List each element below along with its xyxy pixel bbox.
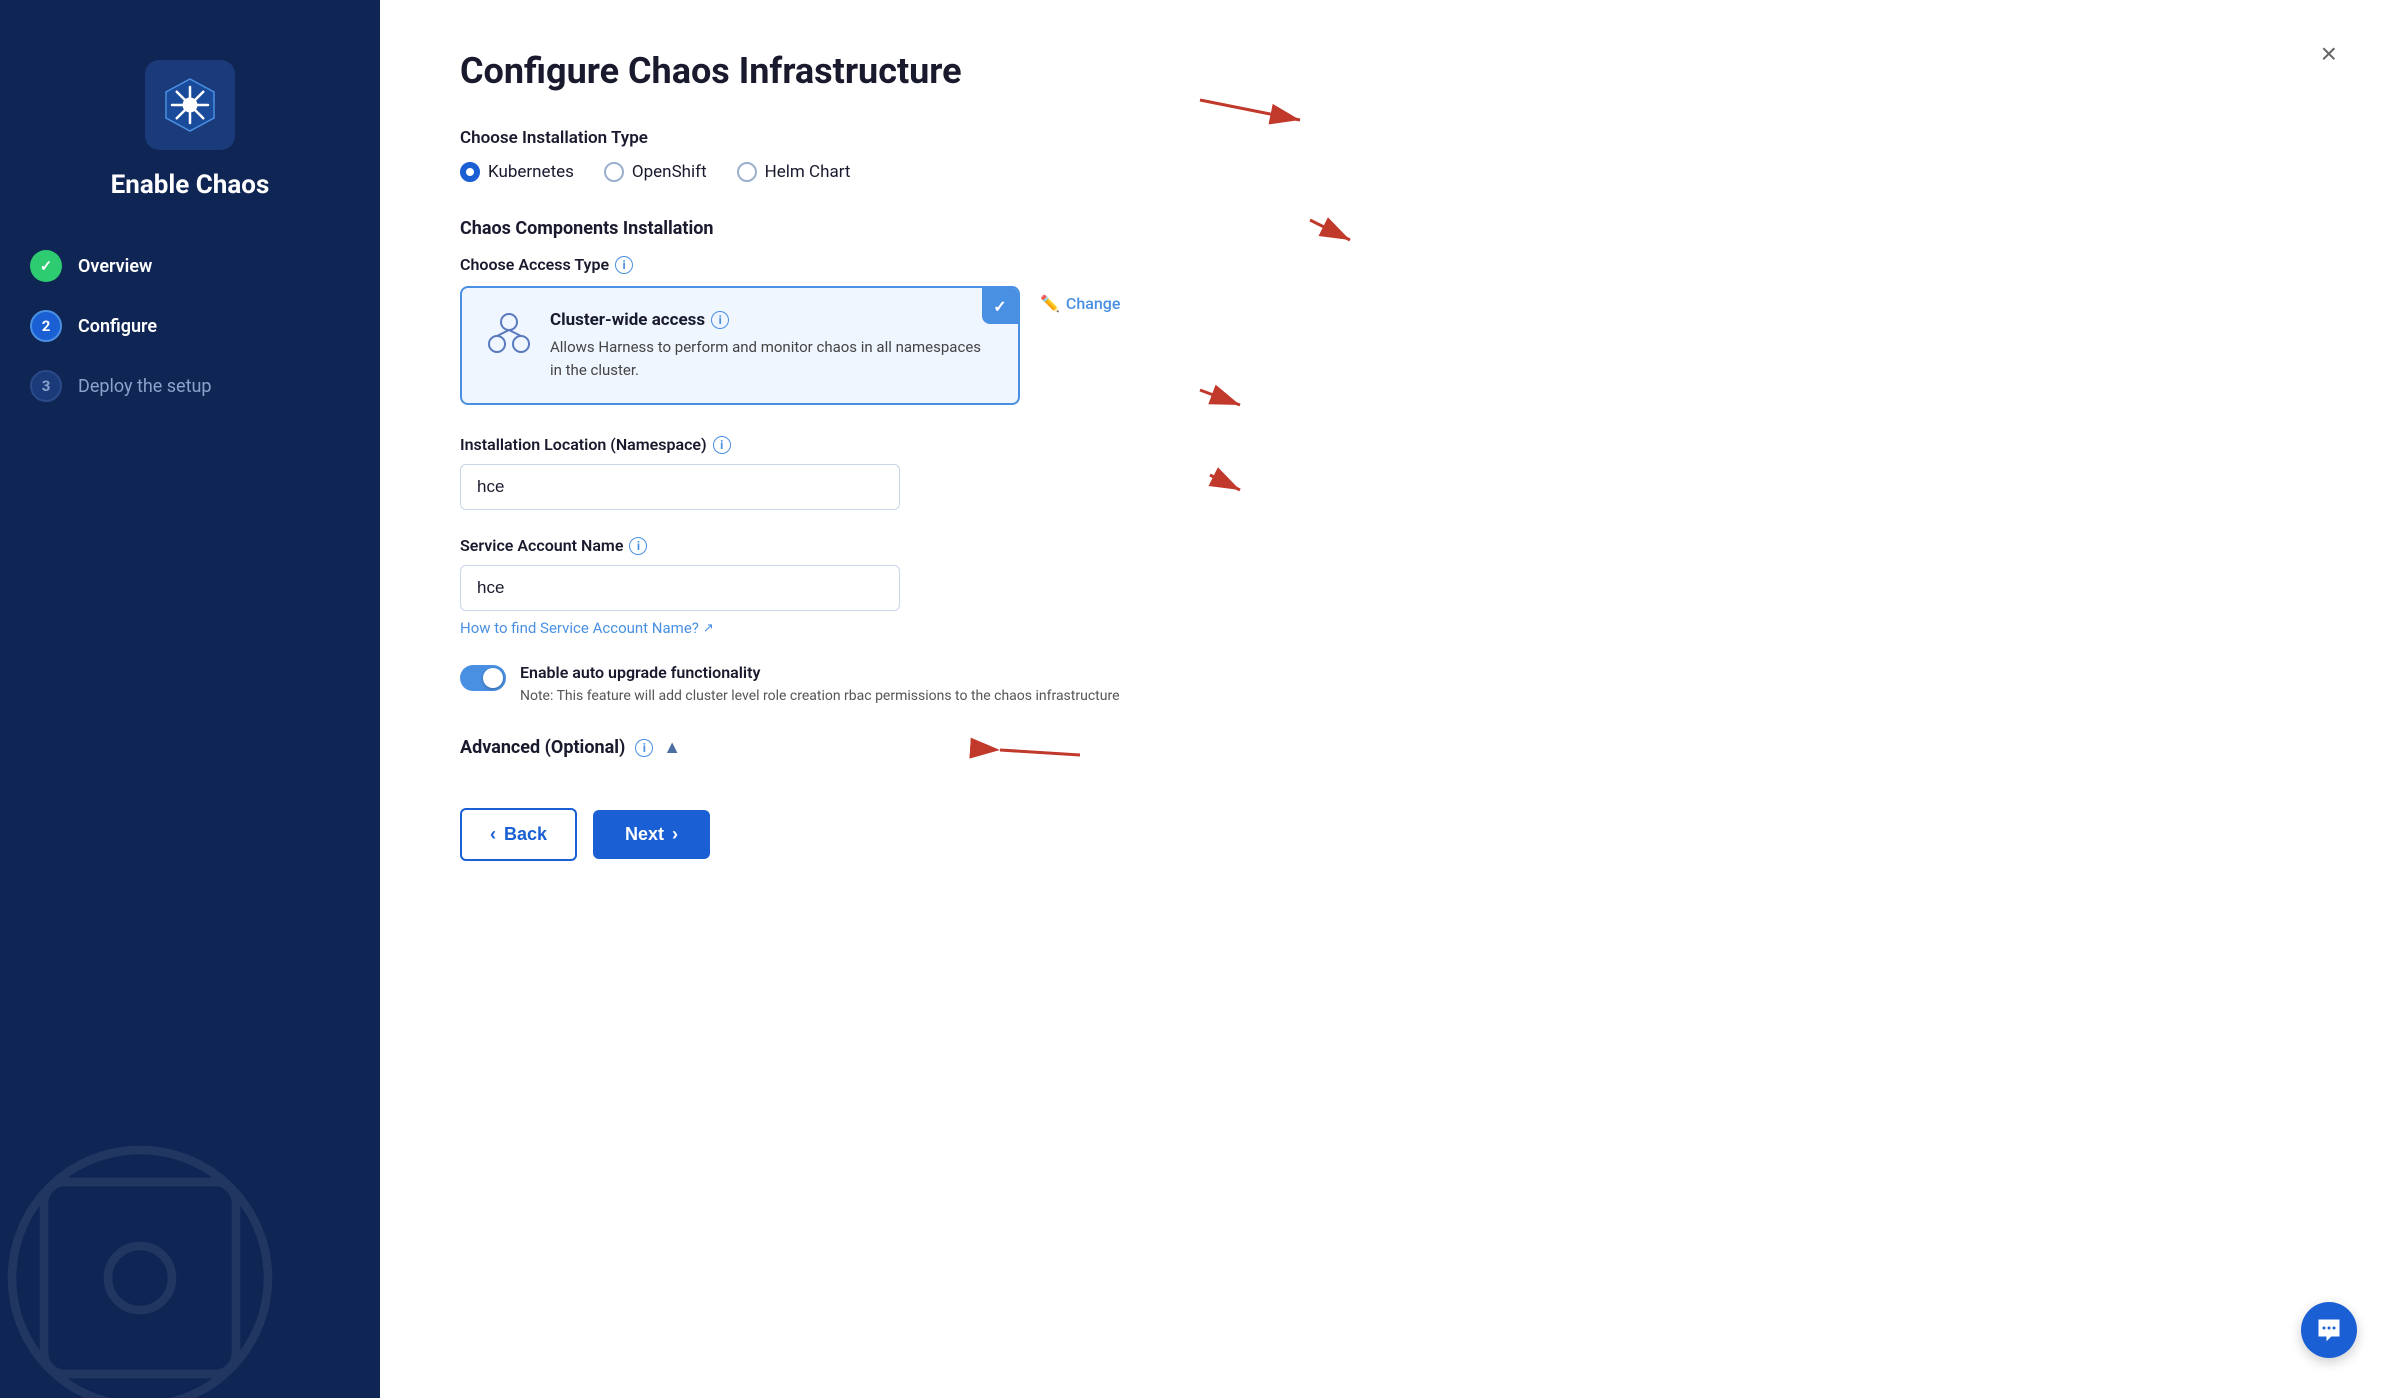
sidebar-watermark (0, 1118, 300, 1398)
installation-type-label: Choose Installation Type (460, 128, 2317, 148)
step-label-overview: Overview (78, 256, 152, 277)
service-account-section: Service Account Name i How to find Servi… (460, 536, 2317, 637)
radio-label-openshift: OpenShift (632, 162, 707, 182)
service-account-help-link[interactable]: How to find Service Account Name? ↗ (460, 619, 714, 637)
advanced-info-icon[interactable]: i (635, 739, 653, 757)
access-type-info-icon[interactable]: i (615, 256, 633, 274)
access-type-section: Choose Access Type i Cluster-wide access… (460, 255, 2317, 405)
radio-circle-openshift (604, 162, 624, 182)
step-item-deploy[interactable]: 3 Deploy the setup (30, 370, 350, 402)
service-account-info-icon[interactable]: i (629, 537, 647, 555)
access-card-cluster-wide[interactable]: Cluster-wide access i Allows Harness to … (460, 286, 1020, 405)
advanced-row[interactable]: Advanced (Optional) i ▲ (460, 737, 2317, 758)
chevron-up-icon: ▲ (663, 737, 681, 758)
next-button[interactable]: Next › (593, 810, 710, 859)
step-indicator-overview: ✓ (30, 250, 62, 282)
edit-icon: ✏️ (1040, 294, 1060, 313)
step-indicator-deploy: 3 (30, 370, 62, 402)
cluster-icon (486, 310, 532, 356)
back-button[interactable]: ‹ Back (460, 808, 577, 861)
external-link-icon: ↗ (703, 621, 714, 636)
main-content: × Configure Chaos Infrastructure Choose … (380, 0, 2397, 1398)
radio-circle-kubernetes (460, 162, 480, 182)
auto-upgrade-text: Enable auto upgrade functionality Note: … (520, 663, 1120, 707)
card-checkmark (982, 288, 1018, 324)
namespace-label: Installation Location (Namespace) i (460, 435, 2317, 454)
radio-openshift[interactable]: OpenShift (604, 162, 707, 182)
chat-bubble[interactable] (2301, 1302, 2357, 1358)
access-card-wrapper: Cluster-wide access i Allows Harness to … (460, 286, 2317, 405)
change-link[interactable]: ✏️ Change (1040, 286, 1120, 313)
radio-kubernetes[interactable]: Kubernetes (460, 162, 574, 182)
step-item-overview[interactable]: ✓ Overview (30, 250, 350, 282)
service-account-label: Service Account Name i (460, 536, 2317, 555)
button-row: ‹ Back Next › (460, 808, 2317, 861)
sidebar-steps: ✓ Overview 2 Configure 3 Deploy the setu… (30, 250, 350, 402)
radio-helm-chart[interactable]: Helm Chart (737, 162, 851, 182)
auto-upgrade-toggle[interactable] (460, 665, 506, 691)
sidebar-title: Enable Chaos (111, 170, 270, 200)
advanced-label: Advanced (Optional) (460, 737, 625, 758)
sidebar-logo (145, 60, 235, 150)
namespace-input[interactable] (460, 464, 900, 510)
installation-type-group: Kubernetes OpenShift Helm Chart (460, 162, 2317, 182)
chaos-section-title: Chaos Components Installation (460, 218, 2317, 239)
back-chevron-icon: ‹ (490, 824, 496, 845)
namespace-section: Installation Location (Namespace) i (460, 435, 2317, 510)
namespace-info-icon[interactable]: i (713, 436, 731, 454)
step-label-configure: Configure (78, 316, 157, 337)
sidebar: Enable Chaos ✓ Overview 2 Configure 3 De… (0, 0, 380, 1398)
access-type-label: Choose Access Type i (460, 255, 2317, 274)
radio-circle-helm-chart (737, 162, 757, 182)
card-info-icon[interactable]: i (711, 311, 729, 329)
step-label-deploy: Deploy the setup (78, 376, 212, 397)
toggle-thumb (483, 668, 503, 688)
next-chevron-icon: › (672, 824, 678, 845)
close-button[interactable]: × (2321, 40, 2337, 68)
step-indicator-configure: 2 (30, 310, 62, 342)
radio-label-kubernetes: Kubernetes (488, 162, 574, 182)
card-desc: Allows Harness to perform and monitor ch… (550, 336, 994, 381)
service-account-input[interactable] (460, 565, 900, 611)
radio-label-helm-chart: Helm Chart (765, 162, 851, 182)
card-title: Cluster-wide access i (550, 310, 994, 330)
chat-icon (2315, 1316, 2343, 1344)
step-item-configure[interactable]: 2 Configure (30, 310, 350, 342)
page-title: Configure Chaos Infrastructure (460, 50, 2317, 92)
card-content: Cluster-wide access i Allows Harness to … (550, 310, 994, 381)
auto-upgrade-row: Enable auto upgrade functionality Note: … (460, 663, 2317, 707)
